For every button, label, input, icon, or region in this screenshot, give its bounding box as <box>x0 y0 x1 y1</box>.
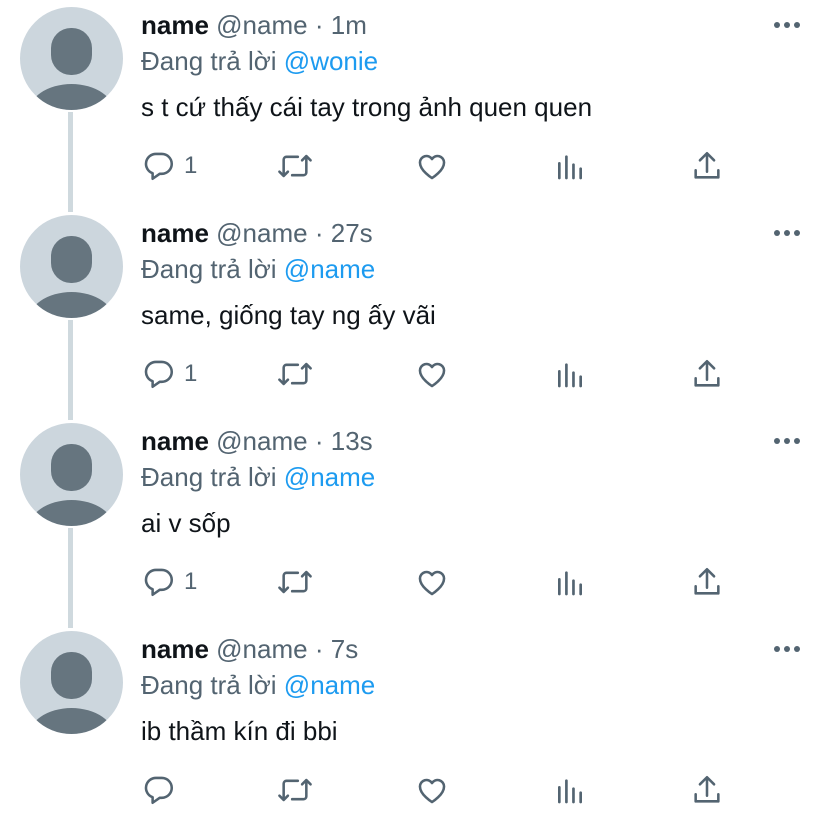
avatar[interactable] <box>20 423 123 526</box>
retweet-icon <box>278 778 312 802</box>
analytics-icon <box>558 155 582 180</box>
retweet-icon <box>278 570 312 594</box>
like-button[interactable] <box>415 562 449 602</box>
tweet-actions: 1 <box>0 146 828 186</box>
analytics-icon <box>558 571 582 596</box>
retweet-icon <box>278 154 312 178</box>
timestamp[interactable]: 1m <box>331 10 367 40</box>
reply-icon <box>144 360 174 389</box>
tweet-text: s t cứ thấy cái tay trong ảnh quen quen <box>141 92 593 122</box>
analytics-button[interactable] <box>554 562 586 602</box>
replying-to: Đang trả lời @wonie <box>141 44 378 78</box>
retweet-button[interactable] <box>276 146 314 186</box>
tweet-text: ib thầm kín đi bbi <box>141 716 338 746</box>
tweet-text: same, giống tay ng ấy vãi <box>141 300 436 330</box>
replying-to: Đang trả lời @name <box>141 252 375 286</box>
replying-to: Đang trả lời @name <box>141 460 375 494</box>
reply-icon <box>144 776 174 805</box>
tweet-actions: 1 <box>0 354 828 394</box>
replying-mention-link[interactable]: @name <box>284 462 375 492</box>
timestamp[interactable]: 7s <box>331 634 358 664</box>
reply-button[interactable]: 1 <box>142 562 197 602</box>
like-icon <box>418 570 446 596</box>
like-icon <box>418 154 446 180</box>
analytics-icon <box>558 779 582 804</box>
tweet[interactable]: name @name · 1m Đang trả lời @wonie s t … <box>0 0 828 208</box>
tweet[interactable]: name @name · 7s Đang trả lời @name ib th… <box>0 624 828 832</box>
retweet-button[interactable] <box>276 770 314 810</box>
analytics-button[interactable] <box>554 354 586 394</box>
share-icon <box>694 775 720 803</box>
tweet-text: ai v sốp <box>141 508 231 538</box>
replying-mention-link[interactable]: @wonie <box>284 46 378 76</box>
replying-prefix: Đang trả lời <box>141 254 277 284</box>
avatar[interactable] <box>20 215 123 318</box>
tweet-header: name @name · 7s <box>141 632 358 666</box>
more-icon[interactable] <box>774 438 800 446</box>
share-icon <box>694 567 720 595</box>
reply-count: 1 <box>184 568 198 595</box>
like-icon <box>418 362 446 388</box>
display-name[interactable]: name <box>141 426 209 456</box>
tweet-actions: 1 <box>0 562 828 602</box>
avatar[interactable] <box>20 7 123 110</box>
like-button[interactable] <box>415 354 449 394</box>
tweet-header: name @name · 13s <box>141 424 373 458</box>
analytics-button[interactable] <box>554 770 586 810</box>
user-handle[interactable]: @name <box>216 218 307 248</box>
replying-prefix: Đang trả lời <box>141 462 277 492</box>
separator: · <box>314 10 324 40</box>
tweet-header: name @name · 27s <box>141 216 373 250</box>
retweet-button[interactable] <box>276 354 314 394</box>
more-icon[interactable] <box>774 230 800 238</box>
replying-mention-link[interactable]: @name <box>284 670 375 700</box>
display-name[interactable]: name <box>141 10 209 40</box>
separator: · <box>314 634 324 664</box>
replying-prefix: Đang trả lời <box>141 46 277 76</box>
replying-prefix: Đang trả lời <box>141 670 277 700</box>
timestamp[interactable]: 13s <box>331 426 373 456</box>
timestamp[interactable]: 27s <box>331 218 373 248</box>
display-name[interactable]: name <box>141 218 209 248</box>
reply-button[interactable] <box>142 770 184 810</box>
share-button[interactable] <box>690 354 724 394</box>
tweet[interactable]: name @name · 27s Đang trả lời @name same… <box>0 208 828 416</box>
user-handle[interactable]: @name <box>216 426 307 456</box>
tweet[interactable]: name @name · 13s Đang trả lời @name ai v… <box>0 416 828 624</box>
share-icon <box>694 359 720 387</box>
tweet-header: name @name · 1m <box>141 8 367 42</box>
reply-button[interactable]: 1 <box>142 146 197 186</box>
share-button[interactable] <box>690 146 724 186</box>
like-button[interactable] <box>415 146 449 186</box>
separator: · <box>314 218 324 248</box>
replying-mention-link[interactable]: @name <box>284 254 375 284</box>
share-icon <box>694 151 720 179</box>
user-handle[interactable]: @name <box>216 634 307 664</box>
share-button[interactable] <box>690 770 724 810</box>
retweet-icon <box>278 362 312 386</box>
reply-button[interactable]: 1 <box>142 354 197 394</box>
reply-count: 1 <box>184 152 198 179</box>
separator: · <box>314 426 324 456</box>
analytics-icon <box>558 363 582 388</box>
more-icon[interactable] <box>774 646 800 654</box>
retweet-button[interactable] <box>276 562 314 602</box>
analytics-button[interactable] <box>554 146 586 186</box>
tweet-actions <box>0 770 828 810</box>
replying-to: Đang trả lời @name <box>141 668 375 702</box>
display-name[interactable]: name <box>141 634 209 664</box>
user-handle[interactable]: @name <box>216 10 307 40</box>
like-button[interactable] <box>415 770 449 810</box>
like-icon <box>418 778 446 804</box>
share-button[interactable] <box>690 562 724 602</box>
reply-icon <box>144 568 174 597</box>
reply-count: 1 <box>184 360 198 387</box>
avatar[interactable] <box>20 631 123 734</box>
more-icon[interactable] <box>774 22 800 30</box>
reply-icon <box>144 152 174 181</box>
